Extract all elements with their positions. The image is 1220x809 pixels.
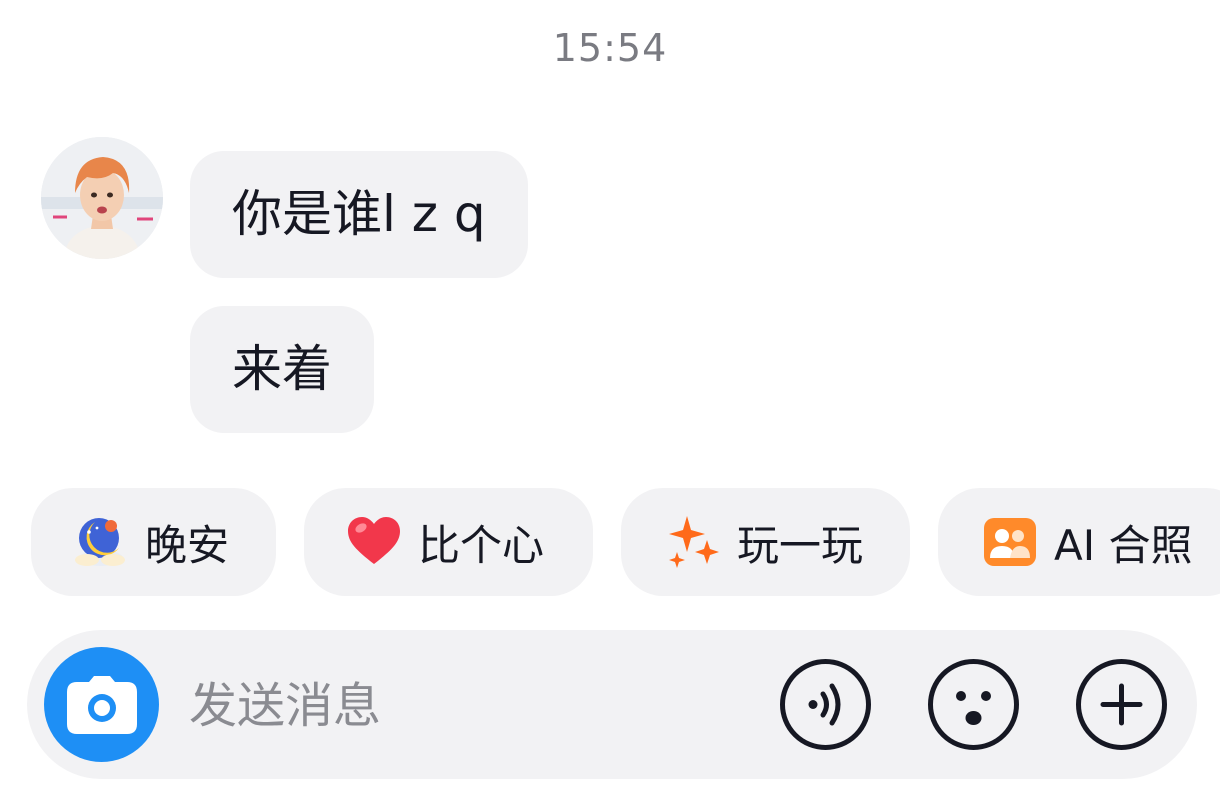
moon-sleep-icon xyxy=(75,518,125,566)
ai-photo-icon xyxy=(984,518,1036,566)
quick-reply-goodnight[interactable]: 晚安 xyxy=(31,488,276,596)
message-composer xyxy=(27,630,1197,779)
emoji-icon xyxy=(928,659,1019,750)
avatar-image xyxy=(41,137,163,259)
quick-reply-heart[interactable]: 比个心 xyxy=(304,488,593,596)
message-bubble[interactable]: 你是谁l z q xyxy=(190,151,528,278)
sparkle-icon xyxy=(669,516,719,568)
quick-reply-play[interactable]: 玩一玩 xyxy=(621,488,910,596)
quick-reply-ai-photo[interactable]: AI 合照 xyxy=(938,488,1220,596)
voice-icon xyxy=(780,659,871,750)
quick-reply-label: 比个心 xyxy=(418,520,545,570)
plus-icon xyxy=(1076,659,1167,750)
voice-button[interactable] xyxy=(779,658,872,751)
message-bubble[interactable]: 来着 xyxy=(190,306,374,433)
message-timestamp: 15:54 xyxy=(552,26,668,70)
emoji-button[interactable] xyxy=(927,658,1020,751)
message-input[interactable] xyxy=(187,670,751,742)
more-button[interactable] xyxy=(1075,658,1168,751)
avatar[interactable] xyxy=(41,137,163,259)
heart-icon xyxy=(348,517,400,564)
quick-reply-label: AI 合照 xyxy=(1054,520,1193,570)
quick-reply-label: 晚安 xyxy=(145,520,230,570)
quick-reply-bar: 晚安 比个心 玩一玩 AI 合照 xyxy=(31,488,1220,596)
quick-reply-label: 玩一玩 xyxy=(737,520,864,570)
camera-button[interactable] xyxy=(44,647,159,762)
camera-icon xyxy=(66,675,137,734)
